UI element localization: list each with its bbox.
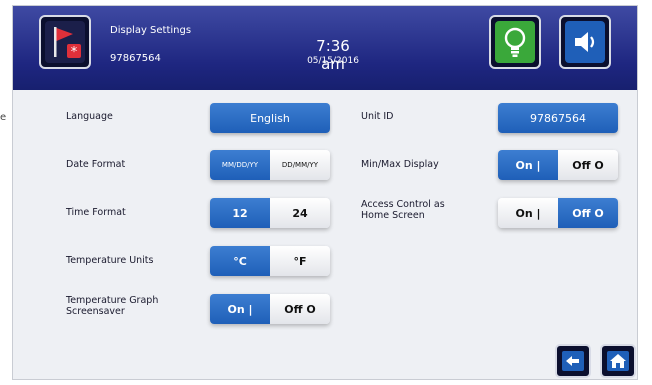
- min-max-off-option[interactable]: Off O: [558, 150, 618, 180]
- clock-date: 05/15/2016: [307, 56, 359, 66]
- graph-screensaver-label: Temperature Graph Screensaver: [66, 295, 158, 317]
- time-format-toggle: 12 24: [210, 198, 330, 228]
- sound-button[interactable]: [559, 15, 611, 69]
- stray-character: e: [0, 112, 7, 123]
- graph-screensaver-off-option[interactable]: Off O: [270, 294, 330, 324]
- access-control-off-option[interactable]: Off O: [558, 198, 618, 228]
- date-format-label: Date Format: [66, 159, 126, 170]
- alarm-flag-icon: *: [54, 27, 81, 60]
- access-control-label-line1: Access Control as: [361, 199, 445, 210]
- back-button[interactable]: [555, 344, 591, 378]
- lightbulb-icon: [504, 27, 526, 57]
- page-title: Display Settings: [110, 25, 192, 36]
- date-format-toggle: MM/DD/YY DD/MM/YY: [210, 150, 330, 180]
- back-arrow-icon: [562, 351, 584, 371]
- home-button[interactable]: [600, 344, 636, 378]
- light-button[interactable]: [489, 15, 541, 69]
- language-label: Language: [66, 111, 113, 122]
- graph-screensaver-on-option[interactable]: On |: [210, 294, 270, 324]
- header-unit-id: 97867564: [110, 53, 161, 64]
- language-button[interactable]: English: [210, 103, 330, 133]
- time-format-label: Time Format: [66, 207, 126, 218]
- access-control-label: Access Control as Home Screen: [361, 199, 445, 221]
- header-bar: * Display Settings 97867564 7:36 am 05/1…: [13, 6, 637, 90]
- graph-screensaver-label-line2: Screensaver: [66, 306, 125, 317]
- min-max-on-option[interactable]: On |: [498, 150, 558, 180]
- graph-screensaver-toggle: On | Off O: [210, 294, 330, 324]
- graph-screensaver-label-line1: Temperature Graph: [66, 295, 159, 306]
- svg-text:*: *: [71, 45, 78, 60]
- unit-id-button[interactable]: 97867564: [498, 103, 618, 133]
- time-format-12-option[interactable]: 12: [210, 198, 270, 228]
- date-format-mmddyy-option[interactable]: MM/DD/YY: [210, 150, 270, 180]
- min-max-display-label: Min/Max Display: [361, 159, 439, 170]
- clock-time: 7:36 am: [316, 37, 350, 73]
- alarm-button[interactable]: *: [39, 15, 91, 69]
- temperature-celsius-option[interactable]: °C: [210, 246, 270, 276]
- access-control-toggle: On | Off O: [498, 198, 618, 228]
- display-settings-screen: * Display Settings 97867564 7:36 am 05/1…: [12, 5, 638, 380]
- temperature-units-label: Temperature Units: [66, 255, 154, 266]
- date-format-ddmmyy-option[interactable]: DD/MM/YY: [270, 150, 330, 180]
- home-icon: [607, 351, 629, 371]
- access-control-on-option[interactable]: On |: [498, 198, 558, 228]
- speaker-icon: [575, 32, 595, 52]
- min-max-display-toggle: On | Off O: [498, 150, 618, 180]
- unit-id-label: Unit ID: [361, 111, 394, 122]
- temperature-units-toggle: °C °F: [210, 246, 330, 276]
- access-control-label-line2: Home Screen: [361, 210, 425, 221]
- time-format-24-option[interactable]: 24: [270, 198, 330, 228]
- temperature-fahrenheit-option[interactable]: °F: [270, 246, 330, 276]
